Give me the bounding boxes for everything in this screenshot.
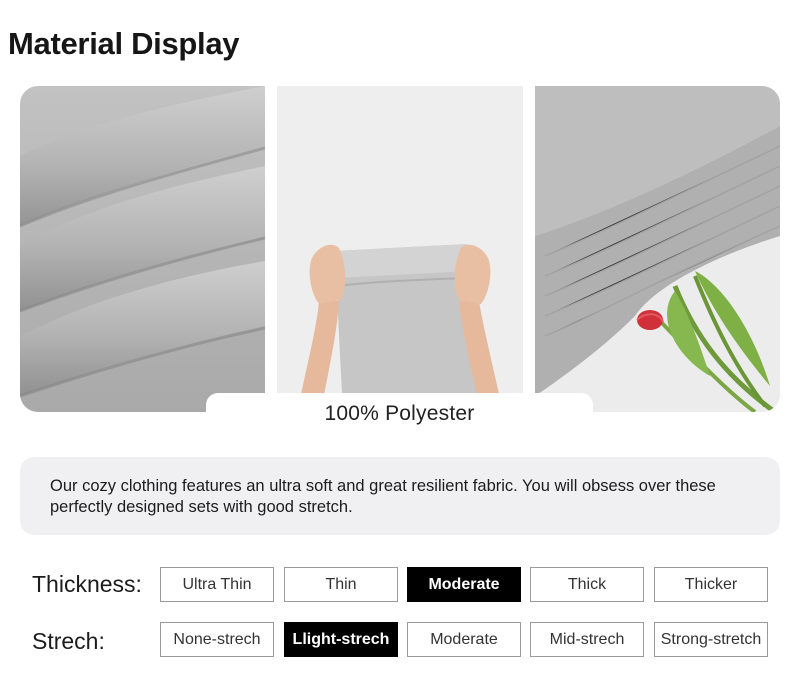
strech-option-none[interactable]: None-strech: [160, 622, 274, 657]
material-caption: 100% Polyester: [206, 393, 593, 435]
thickness-option-ultra-thin[interactable]: Ultra Thin: [160, 567, 274, 602]
thickness-option-thin[interactable]: Thin: [284, 567, 398, 602]
material-gallery: [20, 86, 780, 412]
strech-option-strong[interactable]: Strong-stretch: [654, 622, 768, 657]
thickness-option-thick[interactable]: Thick: [530, 567, 644, 602]
material-description: Our cozy clothing features an ultra soft…: [20, 457, 780, 535]
caption-text: 100% Polyester: [324, 402, 475, 425]
strech-option-moderate[interactable]: Moderate: [407, 622, 521, 657]
hands-stretching-fabric-image: [277, 86, 523, 412]
thickness-label: Thickness:: [32, 571, 142, 597]
fabric-folds-image: [20, 86, 265, 412]
page-title: Material Display: [8, 26, 240, 61]
strech-option-light[interactable]: Llight-strech: [284, 622, 398, 657]
thickness-option-thicker[interactable]: Thicker: [654, 567, 768, 602]
strech-label: Strech:: [32, 628, 105, 654]
thickness-option-moderate[interactable]: Moderate: [407, 567, 521, 602]
sweatshirt-hem-tulips-image: [535, 86, 780, 412]
strech-option-mid[interactable]: Mid-strech: [530, 622, 644, 657]
